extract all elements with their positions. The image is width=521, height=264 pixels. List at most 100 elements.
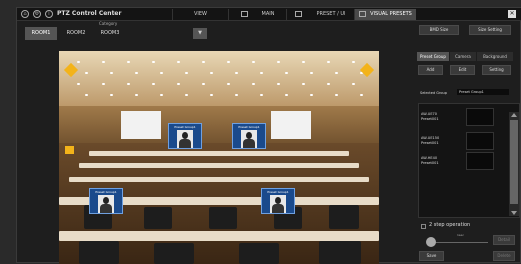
close-icon[interactable]: ✕ [508,10,516,18]
ceiling-light [227,83,230,85]
camera-name: AW-UE150 [421,136,440,140]
chair [209,207,237,229]
tab-main[interactable]: MAIN [228,9,286,20]
preset-marker[interactable]: Preset Group1 [168,123,202,149]
camera-name: AW-HE40 [421,156,438,160]
person-thumbnail [270,195,286,213]
ceiling-light [102,83,105,85]
save-button[interactable]: Save [419,251,444,261]
ceiling-light [302,61,305,63]
ceiling-light [77,61,80,63]
ceiling-light [327,83,330,85]
ceiling-light [285,72,288,74]
slider-knob[interactable] [426,237,436,247]
ceiling-light [185,72,188,74]
ceiling-light [360,94,363,96]
chair [319,241,361,264]
size-setting-button[interactable]: Size Setting [469,25,511,35]
home-icon[interactable]: ⌂ [21,10,29,18]
ceiling-light [152,83,155,85]
ceiling-light [277,61,280,63]
ceiling-light [335,94,338,96]
camera-list: AW-UE70 Preset001 AW-UE150 Preset001 AW-… [418,103,520,218]
two-step-label: 2 step operation [429,222,471,228]
ceiling-light [152,61,155,63]
list-item[interactable]: AW-UE150 Preset001 [419,132,499,150]
info-icon[interactable]: i [45,10,53,18]
ceiling-light [185,94,188,96]
back-wall [59,106,379,148]
tab-background[interactable]: Background [477,52,513,61]
tab-camera[interactable]: Camera [450,52,476,61]
speed-slider[interactable] [432,242,488,243]
detail-button[interactable]: Detail [493,235,515,245]
tab-preset-ui[interactable]: PRESET / UI [286,9,354,20]
title-bar: ⌂ ⚙ i PTZ Control Center VIEW MAIN PRESE… [17,8,521,21]
ceiling-light [160,72,163,74]
preset-marker[interactable]: Preset Group1 [261,188,295,214]
category-dropdown[interactable]: ▼ [193,28,207,39]
camera-thumbnail [466,132,494,150]
ceiling-light [202,83,205,85]
ceiling-light [102,61,105,63]
preset-marker[interactable]: Preset Group1 [89,188,123,214]
chair [329,205,359,229]
tab-preset-group[interactable]: Preset Group [417,52,449,61]
tab-room3[interactable]: ROOM3 [95,27,125,40]
list-item[interactable]: AW-UE70 Preset001 [419,108,499,126]
selected-group-label: Selected Group [420,91,447,95]
tab-room2[interactable]: ROOM2 [61,27,91,40]
settings-icon[interactable]: ⚙ [33,10,41,18]
desk-row [89,151,349,156]
ceiling-light [177,61,180,63]
ceiling-light [310,94,313,96]
window-icon [295,10,303,17]
bmd-size-button[interactable]: BMD Size [419,25,459,35]
camera-thumbnail [466,152,494,170]
tab-view[interactable]: VIEW [172,9,228,20]
camera-preset: Preset001 [421,141,439,145]
projection-screen [271,111,311,139]
list-scrollbar[interactable] [509,112,519,216]
ceiling-light [302,83,305,85]
list-item[interactable]: AW-HE40 Preset001 [419,152,499,170]
projection-screen [121,111,161,139]
scroll-thumb[interactable] [510,120,518,204]
category-label: Category [99,21,118,26]
ceiling-light [277,83,280,85]
delete-button[interactable]: Delete [493,251,515,261]
person-thumbnail [241,130,257,148]
chair [239,243,279,264]
ceiling-light [110,94,113,96]
scroll-up-icon[interactable] [511,113,517,117]
window-icon [240,10,248,17]
camera-thumbnail [466,108,494,126]
ceiling-light [85,94,88,96]
tab-visual-presets[interactable]: VISUAL PRESETS [354,9,416,20]
camera-preset: Preset001 [421,161,439,165]
camera-marker-icon[interactable] [65,146,74,154]
scroll-down-icon[interactable] [511,211,517,215]
window-icon [359,10,367,17]
tab-room1[interactable]: ROOM1 [25,27,57,40]
edit-button[interactable]: Edit [450,65,475,75]
visual-preset-view[interactable]: Preset Group1 Preset Group1 Preset Group… [59,51,379,264]
desk-row [59,231,379,241]
setting-button[interactable]: Setting [482,65,511,75]
two-step-checkbox[interactable] [421,224,426,229]
app-window: ⌂ ⚙ i PTZ Control Center VIEW MAIN PRESE… [16,7,521,264]
ceiling-light [235,94,238,96]
ceiling-light [210,94,213,96]
person-thumbnail [98,195,114,213]
ceiling-light [202,61,205,63]
chair [154,243,194,264]
ceiling [59,51,379,111]
preset-marker[interactable]: Preset Group1 [232,123,266,149]
ceiling-light [177,83,180,85]
ceiling-light [352,83,355,85]
add-button[interactable]: Add [418,65,443,75]
person-thumbnail [177,130,193,148]
ceiling-light [252,61,255,63]
ceiling-light [77,83,80,85]
ceiling-light [252,83,255,85]
